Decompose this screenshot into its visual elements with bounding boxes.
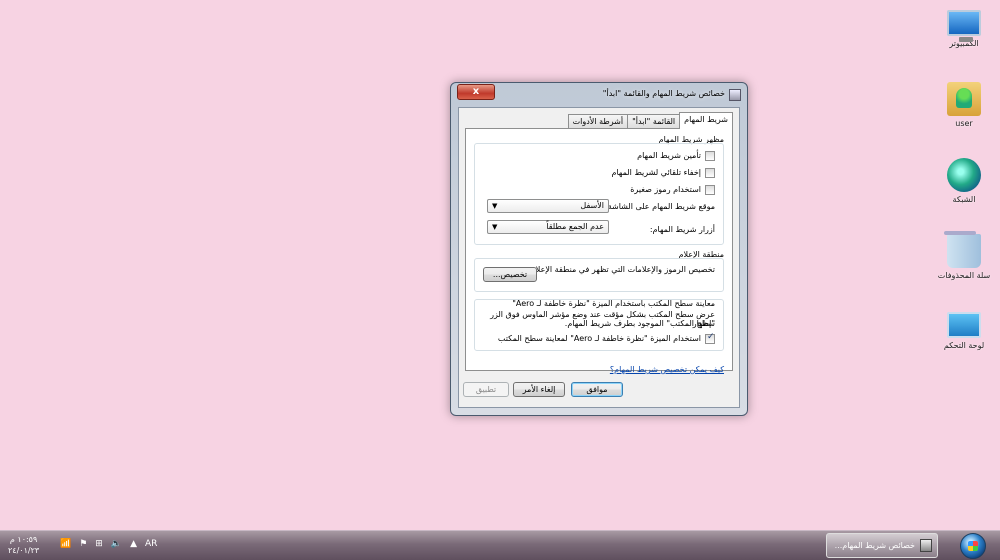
dialog-client: شريط المهام القائمة "ابدأ" أشرطة الأدوات… [458, 107, 740, 408]
control-panel-icon [947, 312, 981, 338]
tab-start-menu[interactable]: القائمة "ابدأ" [627, 114, 681, 128]
location-value: الأسفل [580, 201, 604, 210]
network-icon [947, 158, 981, 192]
notification-group: تخصيص الرموز والإعلامات التي تظهر في منط… [474, 258, 724, 292]
cancel-button[interactable]: إلغاء الأمر [513, 382, 565, 397]
small-icons-row[interactable]: استخدام رموز صغيرة [630, 184, 715, 195]
aero-peek-title: معاينة سطح المكتب باستخدام الميزة "نظرة … [512, 299, 715, 308]
notification-description: تخصيص الرموز والإعلامات التي تظهر في منط… [528, 265, 715, 274]
desktop-icon-label: سلة المحذوفات [937, 271, 991, 280]
desktop-icon-label: الشبكة [952, 195, 976, 204]
tab-taskbar[interactable]: شريط المهام [679, 112, 733, 129]
desktop-icon-label: user [955, 119, 973, 128]
system-tray: 📶 ⚑ ⊞ 🔈 ▲ AR [60, 539, 157, 549]
user-folder-icon [947, 82, 981, 116]
clock-time: ١٠:٥٩ م [9, 535, 38, 544]
speaker-icon[interactable]: 🔈 [111, 539, 122, 549]
title-bar[interactable]: خصائص شريط المهام والقائمة "ابدأ" x [451, 83, 747, 107]
lock-taskbar-checkbox[interactable] [705, 150, 715, 161]
tab-toolbars[interactable]: أشرطة الأدوات [567, 114, 629, 128]
ok-button[interactable]: موافق [571, 382, 623, 397]
taskbar-buttons-value: عدم الجمع مطلقاً [546, 222, 604, 231]
show-hidden-icons-icon[interactable]: ▲ [130, 539, 137, 549]
chevron-down-icon: ▼ [492, 202, 498, 210]
aero-peek-checkbox[interactable] [705, 332, 715, 344]
desktop-icon-network[interactable]: الشبكة [936, 158, 992, 204]
customize-button[interactable]: تخصيص... [483, 267, 537, 282]
tab-panel: مظهر شريط المهام تأمين شريط المهام إخفاء… [465, 128, 733, 374]
taskbar-item-properties[interactable]: خصائص شريط المهام... [826, 533, 938, 558]
location-select[interactable]: الأسفل ▼ [487, 199, 609, 213]
autohide-checkbox[interactable] [705, 167, 715, 178]
appearance-group: تأمين شريط المهام إخفاء تلقائي لشريط الم… [474, 143, 724, 245]
flag-icon[interactable]: ⚑ [79, 539, 87, 549]
location-label: موقع شريط المهام على الشاشة: [605, 202, 715, 211]
help-link[interactable]: كيف يمكن تخصيص شريط المهام؟ [610, 365, 724, 374]
aero-peek-row[interactable]: استخدام الميزة "نظرة خاطفة لـ Aero" لمعا… [497, 332, 715, 344]
chevron-down-icon: ▼ [492, 223, 498, 231]
network-tray-icon[interactable]: ⊞ [95, 539, 103, 549]
autohide-row[interactable]: إخفاء تلقائي لشريط المهام [612, 167, 715, 178]
clock[interactable]: ١٠:٥٩ م ٢٤/٠١/٢٣ [8, 534, 39, 556]
taskbar-buttons-label: أزرار شريط المهام: [649, 225, 715, 234]
taskbar-properties-icon [920, 539, 932, 552]
taskbar-buttons-select[interactable]: عدم الجمع مطلقاً ▼ [487, 220, 609, 234]
signal-icon[interactable]: 📶 [60, 539, 71, 549]
taskbar-properties-dialog: خصائص شريط المهام والقائمة "ابدأ" x شريط… [450, 82, 748, 416]
desktop-icon-recycle-bin[interactable]: سلة المحذوفات [936, 231, 992, 280]
lock-taskbar-row[interactable]: تأمين شريط المهام [637, 150, 715, 161]
close-button[interactable]: x [457, 84, 495, 100]
small-icons-checkbox[interactable] [705, 184, 715, 195]
autohide-label: إخفاء تلقائي لشريط المهام [611, 168, 701, 177]
language-indicator[interactable]: AR [145, 539, 157, 549]
taskbar-item-label: خصائص شريط المهام... [834, 541, 915, 550]
small-icons-label: استخدام رموز صغيرة [630, 185, 701, 194]
aero-peek-group: معاينة سطح المكتب باستخدام الميزة "نظرة … [474, 299, 724, 351]
recycle-bin-icon [944, 231, 981, 268]
desktop-icon-computer[interactable]: الكمبيوتر [936, 10, 992, 48]
lock-taskbar-label: تأمين شريط المهام [637, 151, 701, 160]
taskbar-properties-icon [729, 89, 741, 101]
desktop-icon-user[interactable]: user [936, 82, 992, 128]
computer-icon [947, 10, 981, 42]
desktop-icon-label: لوحة التحكم [943, 341, 985, 350]
start-button[interactable] [960, 533, 986, 559]
dialog-title: خصائص شريط المهام والقائمة "ابدأ" [602, 89, 725, 98]
tab-strip: شريط المهام القائمة "ابدأ" أشرطة الأدوات [465, 112, 733, 129]
taskbar: خصائص شريط المهام... 📶 ⚑ ⊞ 🔈 ▲ AR ١٠:٥٩ … [0, 530, 1000, 560]
aero-peek-description-line2: سطح المكتب" الموجود بطرف شريط المهام. [564, 319, 715, 328]
apply-button: تطبيق [463, 382, 509, 397]
aero-peek-label: استخدام الميزة "نظرة خاطفة لـ Aero" لمعا… [497, 334, 701, 343]
desktop-icon-control-panel[interactable]: لوحة التحكم [936, 312, 992, 350]
clock-date: ٢٤/٠١/٢٣ [8, 546, 40, 555]
